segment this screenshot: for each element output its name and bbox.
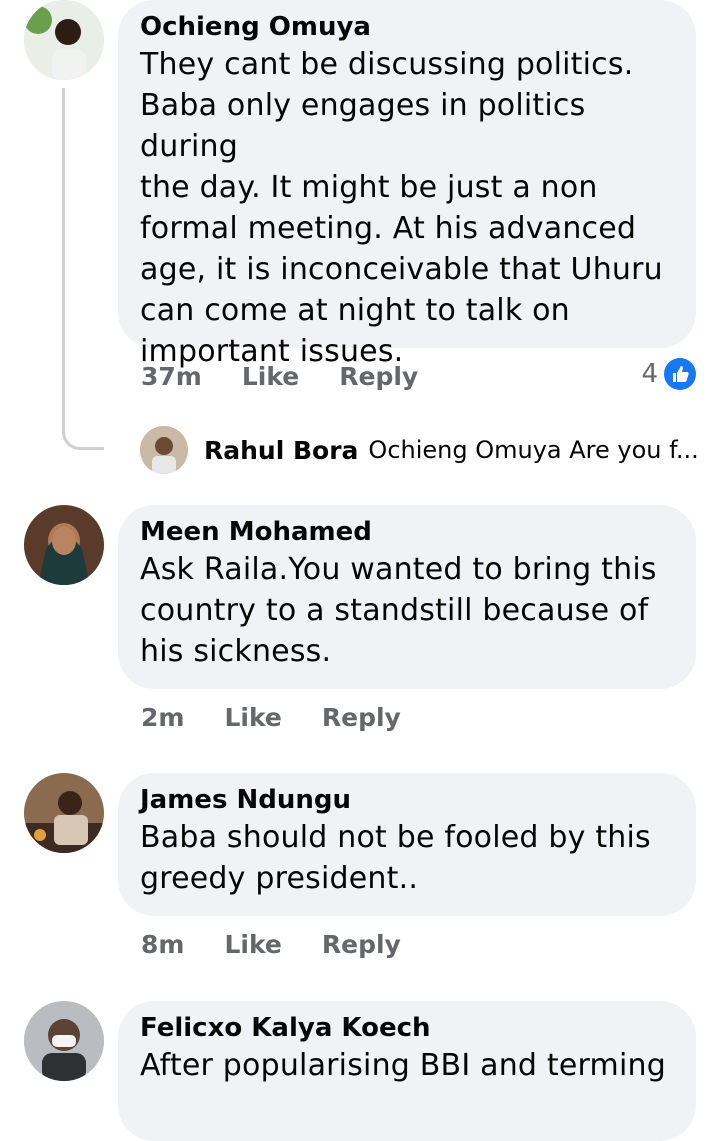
avatar[interactable] [24, 505, 104, 585]
reply-preview[interactable]: Rahul Bora Ochieng Omuya Are you f... [140, 426, 699, 474]
reaction-summary[interactable]: 4 [641, 358, 696, 390]
comment-text-line: Baba only engages in politics during [140, 88, 586, 164]
like-button[interactable]: Like [242, 362, 299, 391]
comment-bubble[interactable]: James Ndungu Baba should not be fooled b… [118, 773, 696, 916]
comment-time[interactable]: 2m [141, 703, 184, 732]
comment-author[interactable]: James Ndungu [140, 783, 674, 817]
comment-text-line: formal meeting. At his advanced [140, 211, 637, 246]
comment-author[interactable]: Ochieng Omuya [140, 10, 674, 44]
avatar-photo-icon [24, 1001, 104, 1081]
comment-text-line: can come at night to talk on [140, 293, 570, 328]
comment-time[interactable]: 8m [141, 930, 184, 959]
comment-actions: 37m Like Reply [141, 356, 418, 396]
comment-text-line: age, it is inconceivable that Uhuru [140, 252, 663, 287]
avatar[interactable] [24, 1001, 104, 1081]
avatar[interactable] [140, 426, 188, 474]
comment-bubble[interactable]: Ochieng Omuya They cant be discussing po… [118, 0, 696, 369]
avatar-photo-icon [140, 426, 188, 474]
comment-text-line: Ask Raila.You wanted to bring this [140, 552, 657, 587]
reply-button[interactable]: Reply [322, 930, 401, 959]
like-button[interactable]: Like [224, 703, 281, 732]
comment-actions: 2m Like Reply [141, 697, 401, 737]
comment-actions: 8m Like Reply [141, 924, 401, 964]
reply-thread-line [62, 88, 104, 450]
comment-author[interactable]: Meen Mohamed [140, 515, 674, 549]
comment-author[interactable]: Felicxo Kalya Koech [140, 1011, 674, 1045]
comment-text-line: the day. It might be just a non [140, 170, 598, 205]
reply-snippet: Ochieng Omuya Are you f... [368, 436, 699, 464]
comment-bubble[interactable]: Felicxo Kalya Koech After popularising B… [118, 1001, 696, 1141]
avatar[interactable] [24, 0, 104, 80]
comment-text-line: After popularising BBI and terming [140, 1048, 666, 1083]
comment-time[interactable]: 37m [141, 362, 202, 391]
comment-text-line: They cant be discussing politics. [140, 47, 634, 82]
thumbs-up-icon [664, 358, 696, 390]
reply-button[interactable]: Reply [322, 703, 401, 732]
reply-button[interactable]: Reply [339, 362, 418, 391]
comment-text-line: Baba should not be fooled by this [140, 820, 651, 855]
comment-text-line: greedy president.. [140, 861, 419, 896]
reaction-count: 4 [641, 359, 658, 389]
comment-text-line: his sickness. [140, 634, 332, 669]
comment-text-line: country to a standstill because of [140, 593, 649, 628]
avatar[interactable] [24, 773, 104, 853]
avatar-photo-icon [24, 0, 104, 80]
reply-author[interactable]: Rahul Bora [204, 436, 358, 465]
avatar-photo-icon [24, 773, 104, 853]
avatar-photo-icon [24, 505, 104, 585]
comment-bubble[interactable]: Meen Mohamed Ask Raila.You wanted to bri… [118, 505, 696, 689]
like-button[interactable]: Like [224, 930, 281, 959]
